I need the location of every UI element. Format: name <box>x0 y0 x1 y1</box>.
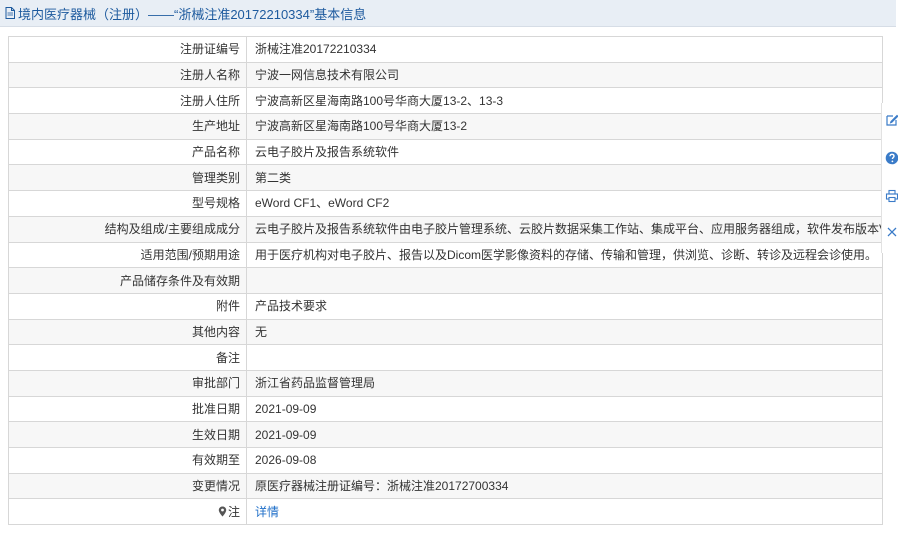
row-label: 附件 <box>8 292 247 320</box>
table-row: 注册人住所 宁波高新区星海南路100号华商大厦13-2、13-3 <box>8 87 883 115</box>
row-label: 生效日期 <box>8 421 247 448</box>
row-label: 批准日期 <box>8 395 247 423</box>
close-icon[interactable] <box>885 225 898 239</box>
table-row: 批准日期 2021-09-09 <box>8 395 883 423</box>
row-value: 云电子胶片及报告系统软件 <box>246 138 883 166</box>
table-row: 审批部门 浙江省药品监督管理局 <box>8 369 883 397</box>
table-row-note: 注 详情 <box>8 498 883 526</box>
row-value: 云电子胶片及报告系统软件由电子胶片管理系统、云胶片数据采集工作站、集成平台、应用… <box>246 215 883 243</box>
table-row: 生效日期 2021-09-09 <box>8 421 883 448</box>
floating-toolbar <box>881 103 898 253</box>
row-label: 生产地址 <box>8 113 247 140</box>
table-row: 型号规格 eWord CF1、eWord CF2 <box>8 190 883 217</box>
table-row: 产品储存条件及有效期 <box>8 267 883 294</box>
table-row: 生产地址 宁波高新区星海南路100号华商大厦13-2 <box>8 113 883 140</box>
row-value-note: 详情 <box>246 498 883 526</box>
table-row: 结构及组成/主要组成成分 云电子胶片及报告系统软件由电子胶片管理系统、云胶片数据… <box>8 215 883 243</box>
page-header: 境内医疗器械（注册）——“浙械注准20172210334”基本信息 <box>0 0 896 27</box>
row-value: 用于医疗机构对电子胶片、报告以及Dicom医学影像资料的存储、传输和管理，供浏览… <box>246 241 883 269</box>
row-label: 审批部门 <box>8 369 247 397</box>
row-label: 备注 <box>8 344 247 371</box>
row-label: 注册人住所 <box>8 87 247 115</box>
row-value: 宁波一网信息技术有限公司 <box>246 61 883 89</box>
table-row: 适用范围/预期用途 用于医疗机构对电子胶片、报告以及Dicom医学影像资料的存储… <box>8 241 883 269</box>
info-table: 注册证编号 浙械注准20172210334 注册人名称 宁波一网信息技术有限公司… <box>8 36 883 526</box>
row-value <box>246 267 883 294</box>
row-label: 型号规格 <box>8 190 247 217</box>
table-row: 有效期至 2026-09-08 <box>8 447 883 474</box>
row-value: eWord CF1、eWord CF2 <box>246 190 883 217</box>
row-label: 变更情况 <box>8 472 247 500</box>
row-value: 2021-09-09 <box>246 395 883 423</box>
table-row: 附件 产品技术要求 <box>8 292 883 320</box>
row-label: 适用范围/预期用途 <box>8 241 247 269</box>
help-icon[interactable] <box>885 151 898 165</box>
row-label: 产品储存条件及有效期 <box>8 267 247 294</box>
row-value: 浙械注准20172210334 <box>246 36 883 63</box>
row-label: 有效期至 <box>8 447 247 474</box>
row-label: 结构及组成/主要组成成分 <box>8 215 247 243</box>
row-value: 宁波高新区星海南路100号华商大厦13-2、13-3 <box>246 87 883 115</box>
row-label-note: 注 <box>8 498 247 526</box>
document-icon <box>5 7 15 19</box>
row-value: 浙江省药品监督管理局 <box>246 369 883 397</box>
pin-icon <box>218 506 227 517</box>
table-row: 产品名称 云电子胶片及报告系统软件 <box>8 138 883 166</box>
row-label: 产品名称 <box>8 138 247 166</box>
row-value: 产品技术要求 <box>246 292 883 320</box>
row-value: 原医疗器械注册证编号：浙械注准20172700334 <box>246 472 883 500</box>
edit-icon[interactable] <box>885 113 898 127</box>
row-label: 注册证编号 <box>8 36 247 63</box>
table-row: 变更情况 原医疗器械注册证编号：浙械注准20172700334 <box>8 472 883 500</box>
note-label: 注 <box>227 504 240 519</box>
print-icon[interactable] <box>885 189 898 203</box>
table-row: 注册证编号 浙械注准20172210334 <box>8 36 883 63</box>
row-value: 无 <box>246 318 883 346</box>
row-value: 第二类 <box>246 164 883 192</box>
row-value: 2021-09-09 <box>246 421 883 448</box>
row-label: 其他内容 <box>8 318 247 346</box>
table-row: 备注 <box>8 344 883 371</box>
row-value <box>246 344 883 371</box>
table-row: 注册人名称 宁波一网信息技术有限公司 <box>8 61 883 89</box>
page-title: 境内医疗器械（注册）——“浙械注准20172210334”基本信息 <box>18 6 367 22</box>
row-value: 宁波高新区星海南路100号华商大厦13-2 <box>246 113 883 140</box>
details-link[interactable]: 详情 <box>255 505 279 519</box>
row-value: 2026-09-08 <box>246 447 883 474</box>
row-label: 注册人名称 <box>8 61 247 89</box>
table-row: 其他内容 无 <box>8 318 883 346</box>
row-label: 管理类别 <box>8 164 247 192</box>
table-row: 管理类别 第二类 <box>8 164 883 192</box>
